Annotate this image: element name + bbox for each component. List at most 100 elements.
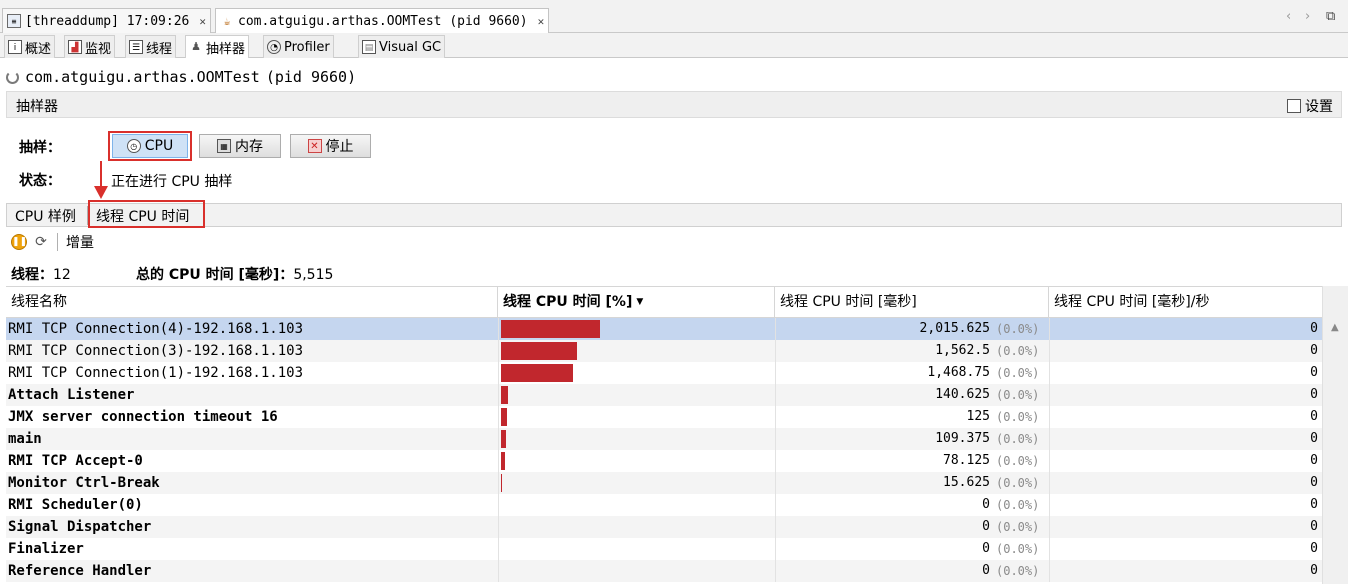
table-row[interactable]: RMI TCP Connection(3)-192.168.1.103 1,562… [6,340,1322,362]
delta-toggle[interactable]: 增量 [66,232,94,252]
tab-threads[interactable]: ☰ 线程 [125,35,177,58]
cell-cpu-ms: 0 [982,519,990,534]
table-header: 线程名称 线程 CPU 时间 [%] ▼ 线程 CPU 时间 [毫秒] 线程 CP… [6,286,1322,318]
column-divider [498,494,499,516]
cell-thread-name: RMI Scheduler(0) [8,497,143,513]
document-tab-bar: ≡ [threaddump] 17:09:26 ✕ ☕ com.atguigu.… [0,0,1348,34]
app-pid: (pid 9660) [265,68,357,86]
cell-cpu-ms: 109.375 [935,431,990,446]
settings-checkbox[interactable]: 设置 [1287,96,1333,116]
thread-cpu-table: 线程名称 线程 CPU 时间 [%] ▼ 线程 CPU 时间 [毫秒] 线程 CP… [6,286,1348,584]
total-value: 5,515 [293,267,334,283]
cell-cpu-ms-per-sec: 0 [1310,541,1318,556]
cpu-share-bar [501,386,508,404]
chevron-right-icon[interactable]: › [1305,9,1310,24]
doc-tab-threaddump[interactable]: ≡ [threaddump] 17:09:26 ✕ [2,8,211,33]
vertical-scrollbar[interactable]: ▲ [1322,286,1348,584]
column-header-thread-name[interactable]: 线程名称 [6,287,498,317]
tab-profiler[interactable]: ◔ Profiler [263,35,334,58]
tab-overview[interactable]: i 概述 [4,35,56,58]
java-app-icon: ☕ [223,14,231,28]
tab-label: 抽样器 [206,41,246,57]
tab-visual-gc[interactable]: ▤ Visual GC [358,35,446,58]
annotation-arrow-head [94,186,108,199]
cpu-share-bar [501,452,505,470]
cell-cpu-ms-percent: (0.0%) [996,388,1040,402]
loading-spinner-icon [6,70,19,84]
tab-label: Visual GC [379,39,442,55]
tab-label: Profiler [284,39,330,55]
cell-cpu-ms-percent: (0.0%) [996,564,1040,578]
table-row[interactable]: Reference Handler 0 (0.0%) 0 [6,560,1322,582]
table-row[interactable]: RMI TCP Accept-0 78.125 (0.0%) 0 [6,450,1322,472]
cell-thread-name: Reference Handler [8,563,152,579]
total-cpu-time: 总的 CPU 时间 [毫秒]：5,515 [136,264,333,284]
tab-monitor[interactable]: ▟ 监视 [64,35,116,58]
cell-cpu-ms: 1,562.5 [935,343,990,358]
cell-cpu-ms-per-sec: 0 [1310,431,1318,446]
threads-icon: ☰ [129,40,143,54]
pause-icon[interactable]: ❚❚ [11,234,27,250]
threads-value: 12 [53,267,71,283]
doc-tab-oomtest[interactable]: ☕ com.atguigu.arthas.OOMTest (pid 9660) … [215,8,550,34]
cell-cpu-ms-percent: (0.0%) [996,432,1040,446]
scroll-up-icon[interactable]: ▲ [1331,322,1339,333]
cell-cpu-ms-per-sec: 0 [1310,409,1318,424]
table-row[interactable]: Attach Listener 140.625 (0.0%) 0 [6,384,1322,406]
column-divider [498,538,499,560]
sampler-header: 抽样器 设置 [6,91,1342,118]
cell-cpu-ms-per-sec: 0 [1310,563,1318,578]
tab-label: 线程 [146,41,173,57]
column-divider [498,406,499,428]
app-title: com.atguigu.arthas.OOMTest (pid 9660) [6,68,356,86]
toolbar-separator [57,233,58,251]
column-header-cpu-ms[interactable]: 线程 CPU 时间 [毫秒] [775,287,1049,317]
table-row[interactable]: RMI Scheduler(0) 0 (0.0%) 0 [6,494,1322,516]
cell-cpu-ms-per-sec: 0 [1310,343,1318,358]
cpu-share-bar [501,408,507,426]
cell-cpu-ms-percent: (0.0%) [996,344,1040,358]
total-label: 总的 CPU 时间 [毫秒]： [136,267,294,283]
thread-count: 线程：12 [11,264,71,284]
table-row[interactable]: main 109.375 (0.0%) 0 [6,428,1322,450]
section-title: 抽样器 [16,99,58,115]
sort-descending-icon: ▼ [636,297,644,307]
tab-label: 概述 [25,41,52,57]
restore-window-icon[interactable]: ⧉ [1326,9,1335,24]
cell-thread-name: Finalizer [8,541,84,557]
chevron-left-icon[interactable]: ‹ [1286,9,1291,24]
tab-cpu-samples[interactable]: CPU 样例 [15,206,76,226]
table-body: RMI TCP Connection(4)-192.168.1.103 2,015… [6,318,1322,582]
close-icon[interactable]: ✕ [538,15,545,28]
table-row[interactable]: RMI TCP Connection(1)-192.168.1.103 1,468… [6,362,1322,384]
threads-label: 线程： [11,267,53,283]
close-icon[interactable]: ✕ [199,15,206,28]
cell-thread-name: Monitor Ctrl-Break [8,475,160,491]
column-header-cpu-percent[interactable]: 线程 CPU 时间 [%] ▼ [498,287,775,317]
results-toolbar: ❚❚ ⟳ 增量 [11,233,94,251]
cpu-share-bar [501,430,506,448]
column-header-cpu-ms-per-sec[interactable]: 线程 CPU 时间 [毫秒]/秒 [1049,287,1322,317]
view-tab-bar: i 概述 ▟ 监视 ☰ 线程 ♟ 抽样器 ◔ Profiler ▤ Visual… [0,33,1348,58]
cell-cpu-ms-percent: (0.0%) [996,476,1040,490]
threaddump-icon: ≡ [7,14,21,28]
cell-cpu-ms-per-sec: 0 [1310,497,1318,512]
cell-thread-name: main [8,431,42,447]
table-row[interactable]: RMI TCP Connection(4)-192.168.1.103 2,015… [6,318,1322,340]
stop-button-label: 停止 [325,139,354,155]
table-row[interactable]: Monitor Ctrl-Break 15.625 (0.0%) 0 [6,472,1322,494]
table-row[interactable]: Signal Dispatcher 0 (0.0%) 0 [6,516,1322,538]
memory-sample-button[interactable]: ▦ 内存 [199,134,281,158]
column-divider [498,318,499,340]
cell-thread-name: RMI TCP Connection(4)-192.168.1.103 [8,321,304,337]
cpu-share-bar [501,320,600,338]
doc-tab-label: [threaddump] 17:09:26 [25,13,190,29]
cell-cpu-ms-percent: (0.0%) [996,322,1040,336]
checkbox-box[interactable] [1287,99,1301,113]
tab-sampler[interactable]: ♟ 抽样器 [185,35,250,58]
table-row[interactable]: Finalizer 0 (0.0%) 0 [6,538,1322,560]
table-row[interactable]: JMX server connection timeout 16 125 (0.0%… [6,406,1322,428]
cell-cpu-ms-percent: (0.0%) [996,410,1040,424]
refresh-icon[interactable]: ⟳ [33,234,49,250]
stop-button[interactable]: ✕ 停止 [290,134,371,158]
